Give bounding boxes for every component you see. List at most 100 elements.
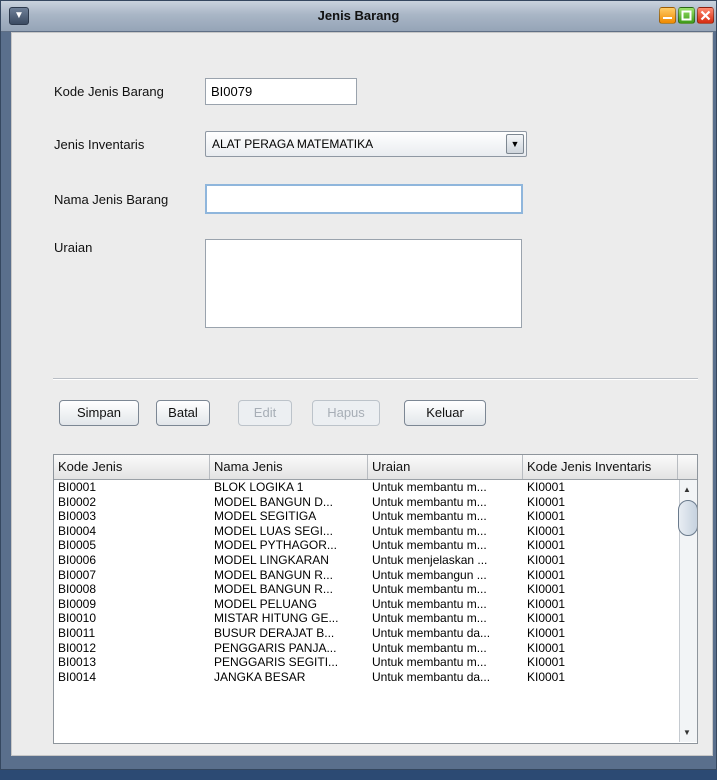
table-row[interactable]: BI0003 MODEL SEGITIGA Untuk membantu m... K… bbox=[54, 509, 678, 524]
table-cell: Untuk membantu m... bbox=[372, 582, 487, 597]
table-cell: KI0001 bbox=[527, 582, 566, 597]
table-cell: KI0001 bbox=[527, 494, 566, 509]
table-row[interactable]: BI0012 PENGGARIS PANJA... Untuk membantu m… bbox=[54, 641, 678, 656]
column-header[interactable]: Kode Jenis bbox=[54, 455, 210, 479]
table-cell: BI0007 bbox=[58, 567, 97, 582]
edit-button[interactable]: Edit bbox=[238, 400, 292, 426]
table-cell: BUSUR DERAJAT B... bbox=[214, 626, 335, 640]
table-row[interactable]: BI0011 BUSUR DERAJAT B... Untuk membantu d… bbox=[54, 626, 678, 641]
title-bar: ▼ Jenis Barang bbox=[1, 1, 716, 32]
uraian-label: Uraian bbox=[54, 240, 93, 255]
table-cell: Untuk membantu m... bbox=[372, 611, 487, 626]
table-cell: Untuk membantu m... bbox=[372, 538, 487, 553]
table-cell: BI0001 bbox=[58, 480, 97, 494]
table-cell: KI0001 bbox=[527, 567, 566, 582]
uraian-field[interactable] bbox=[205, 239, 522, 328]
table-cell: BLOK LOGIKA 1 bbox=[214, 480, 304, 494]
table-cell: MODEL BANGUN D... bbox=[214, 494, 333, 509]
maximize-button[interactable] bbox=[678, 7, 695, 24]
hapus-button[interactable]: Hapus bbox=[312, 400, 380, 426]
table-header: Kode Jenis Nama Jenis Uraian Kode Jenis Inv… bbox=[54, 455, 697, 480]
keluar-button[interactable]: Keluar bbox=[404, 400, 486, 426]
table-row[interactable]: BI0005 MODEL PYTHAGOR... Untuk membantu m.… bbox=[54, 538, 678, 553]
table-row[interactable]: BI0008 MODEL BANGUN R... Untuk membantu m.… bbox=[54, 582, 678, 597]
table-cell: MODEL SEGITIGA bbox=[214, 509, 317, 524]
scroll-thumb[interactable] bbox=[678, 500, 697, 536]
column-header[interactable]: Uraian bbox=[368, 455, 523, 479]
table-cell: BI0008 bbox=[58, 582, 97, 597]
kode-field[interactable]: BI0079 bbox=[205, 78, 357, 105]
table-cell: KI0001 bbox=[527, 626, 566, 640]
table-cell: KI0001 bbox=[527, 669, 566, 684]
table-cell: Untuk membantu m... bbox=[372, 596, 487, 611]
nama-field[interactable] bbox=[205, 184, 523, 214]
vertical-scrollbar[interactable]: ▲ ▼ bbox=[678, 480, 697, 742]
table-cell: Untuk membantu m... bbox=[372, 509, 487, 524]
simpan-button[interactable]: Simpan bbox=[59, 400, 139, 426]
chevron-down-icon[interactable]: ▼ bbox=[506, 134, 524, 154]
table-cell: BI0005 bbox=[58, 538, 97, 553]
close-button[interactable] bbox=[697, 7, 714, 24]
table-cell: BI0014 bbox=[58, 669, 97, 684]
table-row[interactable]: BI0007 MODEL BANGUN R... Untuk membangun .… bbox=[54, 568, 678, 583]
table-cell: BI0002 bbox=[58, 494, 97, 509]
table-row[interactable]: BI0001 BLOK LOGIKA 1 Untuk membantu m... KI… bbox=[54, 480, 678, 495]
table-cell: MODEL BANGUN R... bbox=[214, 567, 333, 582]
jenis-barang-table[interactable]: Kode Jenis Nama Jenis Uraian Kode Jenis Inv… bbox=[53, 454, 698, 744]
table-cell: PENGGARIS SEGITI... bbox=[214, 655, 339, 670]
table-row[interactable]: BI0014 JANGKA BESAR Untuk membantu da... KI… bbox=[54, 670, 678, 685]
table-cell: MODEL PYTHAGOR... bbox=[214, 538, 337, 553]
table-cell: KI0001 bbox=[527, 480, 566, 494]
column-header[interactable]: Kode Jenis Inventaris bbox=[523, 455, 678, 479]
column-header[interactable]: Nama Jenis bbox=[210, 455, 368, 479]
window-title: Jenis Barang bbox=[317, 8, 400, 23]
table-cell: Untuk membantu m... bbox=[372, 640, 487, 655]
close-icon bbox=[700, 10, 711, 21]
table-cell: MODEL LINGKARAN bbox=[214, 553, 329, 567]
table-cell: Untuk membangun ... bbox=[372, 567, 487, 582]
table-row[interactable]: BI0004 MODEL LUAS SEGI... Untuk membantu m… bbox=[54, 524, 678, 539]
table-cell: KI0001 bbox=[527, 640, 566, 655]
inventaris-select-value: ALAT PERAGA MATEMATIKA bbox=[212, 137, 374, 151]
kode-label: Kode Jenis Barang bbox=[54, 84, 164, 99]
table-cell: KI0001 bbox=[527, 655, 566, 670]
table-cell: Untuk membantu m... bbox=[372, 655, 487, 670]
minimize-icon bbox=[663, 17, 672, 19]
inventaris-select[interactable]: ALAT PERAGA MATEMATIKA ▼ bbox=[205, 131, 527, 157]
table-cell: KI0001 bbox=[527, 509, 566, 524]
batal-button[interactable]: Batal bbox=[156, 400, 210, 426]
table-cell: BI0006 bbox=[58, 553, 97, 567]
inventaris-label: Jenis Inventaris bbox=[54, 137, 145, 152]
nama-label: Nama Jenis Barang bbox=[54, 192, 169, 207]
table-cell: BI0003 bbox=[58, 509, 97, 524]
table-cell: BI0004 bbox=[58, 523, 97, 538]
table-cell: Untuk membantu m... bbox=[372, 494, 487, 509]
table-row[interactable]: BI0009 MODEL PELUANG Untuk membantu m... KI… bbox=[54, 597, 678, 612]
table-row[interactable]: BI0013 PENGGARIS SEGITI... Untuk membantu … bbox=[54, 655, 678, 670]
table-cell: KI0001 bbox=[527, 596, 566, 611]
table-cell: PENGGARIS PANJA... bbox=[214, 640, 337, 655]
minimize-button[interactable] bbox=[659, 7, 676, 24]
table-cell: Untuk membantu da... bbox=[372, 626, 491, 640]
table-cell: KI0001 bbox=[527, 523, 566, 538]
scroll-up-icon[interactable]: ▲ bbox=[683, 485, 691, 494]
form-panel: Kode Jenis Barang BI0079 Jenis Inventari… bbox=[11, 32, 713, 756]
table-cell: JANGKA BESAR bbox=[214, 669, 306, 684]
table-cell: MODEL PELUANG bbox=[214, 596, 317, 611]
table-cell: MODEL BANGUN R... bbox=[214, 582, 333, 597]
maximize-icon bbox=[681, 10, 692, 21]
table-body[interactable]: BI0001 BLOK LOGIKA 1 Untuk membantu m... KI… bbox=[54, 480, 678, 742]
table-row[interactable]: BI0002 MODEL BANGUN D... Untuk membantu m.… bbox=[54, 495, 678, 510]
table-cell: MODEL LUAS SEGI... bbox=[214, 523, 333, 538]
table-cell: KI0001 bbox=[527, 553, 566, 567]
table-row[interactable]: BI0010 MISTAR HITUNG GE... Untuk membantu … bbox=[54, 611, 678, 626]
table-cell: BI0012 bbox=[58, 640, 97, 655]
table-row[interactable]: BI0006 MODEL LINGKARAN Untuk menjelaskan .… bbox=[54, 553, 678, 568]
table-cell: Untuk membantu m... bbox=[372, 480, 487, 494]
table-cell: BI0011 bbox=[58, 626, 96, 640]
table-cell: Untuk membantu da... bbox=[372, 669, 491, 684]
scroll-down-icon[interactable]: ▼ bbox=[683, 728, 691, 737]
table-cell: Untuk membantu m... bbox=[372, 523, 487, 538]
table-cell: BI0013 bbox=[58, 655, 97, 670]
table-cell: BI0009 bbox=[58, 596, 97, 611]
